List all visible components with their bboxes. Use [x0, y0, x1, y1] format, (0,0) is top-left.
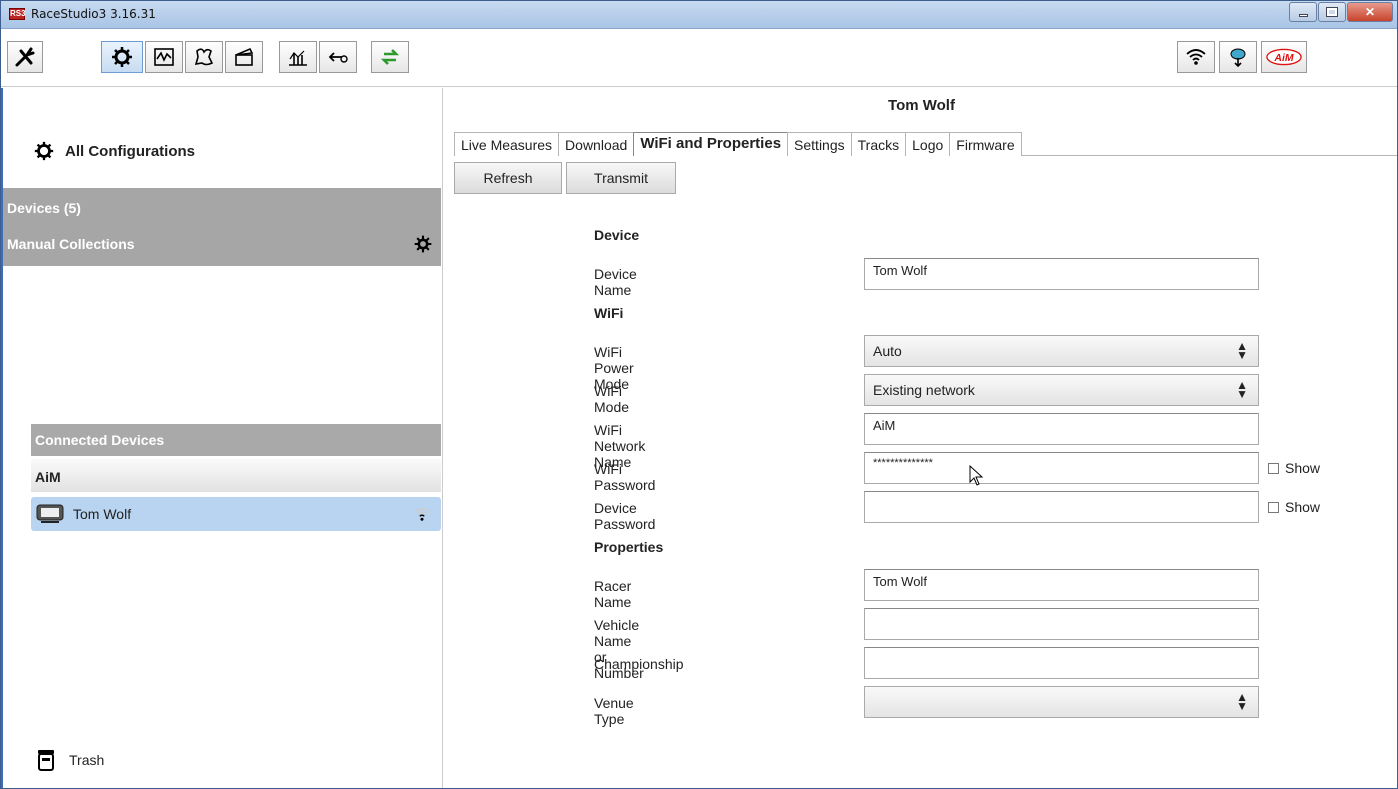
wifi-tool-button[interactable] [1177, 41, 1215, 73]
minimize-icon [1298, 13, 1308, 17]
window-title: RaceStudio3 3.16.31 [31, 7, 156, 21]
wifi-mode-select[interactable]: Existing network ▲ ▼ [864, 374, 1259, 406]
vehicle-name-field[interactable] [864, 608, 1259, 640]
track-icon [194, 48, 214, 66]
refresh-button[interactable]: Refresh [454, 162, 562, 194]
device-title: Tom Wolf [888, 97, 955, 114]
select-arrows-icon: ▲ ▼ [1236, 690, 1248, 713]
wifi-mode-label: WiFi Mode [594, 383, 630, 415]
device-item-tom-wolf[interactable]: Tom Wolf [31, 497, 441, 531]
device-display-icon [36, 504, 64, 523]
maximize-icon [1326, 7, 1338, 17]
app-window: RS3 RaceStudio3 3.16.31 ✕ AiM All Config… [0, 0, 1398, 789]
tab-firmware[interactable]: Firmware [949, 132, 1022, 156]
device-password-label: Device Password [594, 500, 656, 532]
maximize-button[interactable] [1318, 2, 1346, 22]
device-password-field[interactable] [864, 491, 1259, 523]
connected-devices-header: Connected Devices [31, 424, 441, 456]
venue-type-select[interactable]: ▲ ▼ [864, 686, 1259, 718]
all-configurations[interactable]: All Configurations [33, 140, 195, 162]
analysis-tool-button[interactable] [279, 41, 317, 73]
import-icon [328, 52, 348, 63]
chart-analysis-icon [289, 50, 307, 66]
properties-section-heading: Properties [594, 539, 664, 555]
cloud-download-icon [1230, 48, 1246, 68]
show-wifi-password-checkbox[interactable]: Show [1268, 460, 1320, 476]
gear-sprocket-icon [112, 47, 132, 67]
title-bar: RS3 RaceStudio3 3.16.31 ✕ [1, 1, 1397, 29]
wifi-power-mode-select[interactable]: Auto ▲ ▼ [864, 335, 1259, 367]
wrench-icon [15, 47, 35, 67]
tab-download[interactable]: Download [558, 132, 635, 156]
device-name-label: Device Name [594, 266, 637, 298]
show-device-password-checkbox[interactable]: Show [1268, 499, 1320, 515]
trash-label: Trash [69, 752, 105, 768]
checkbox-box [1268, 462, 1279, 474]
collections-panel: Devices (5) Manual Collections [3, 188, 441, 266]
device-group-aim[interactable]: AiM [31, 459, 441, 492]
sync-tool-button[interactable] [371, 41, 409, 73]
venue-type-label: Venue Type [594, 695, 634, 727]
configurations-button[interactable] [101, 41, 143, 73]
close-icon: ✕ [1364, 5, 1376, 19]
tracks-tool-button[interactable] [185, 41, 223, 73]
tab-settings[interactable]: Settings [787, 132, 852, 156]
transmit-button[interactable]: Transmit [566, 162, 676, 194]
championship-label: Championship [594, 656, 684, 672]
live-measures-tool-button[interactable] [145, 41, 183, 73]
wifi-signal-icon [414, 508, 430, 521]
tab-logo[interactable]: Logo [905, 132, 951, 156]
main-toolbar: AiM [1, 29, 1397, 87]
main-panel: Tom Wolf Live Measures Download WiFi and… [446, 88, 1397, 788]
wifi-network-name-field[interactable]: AiM [864, 413, 1259, 445]
wifi-password-field[interactable]: ************** [864, 452, 1259, 484]
cloud-tool-button[interactable] [1219, 41, 1257, 73]
aim-logo-button[interactable]: AiM [1261, 41, 1307, 73]
manual-collections-item[interactable]: Manual Collections [7, 236, 135, 252]
sidebar: All Configurations Devices (5) Manual Co… [3, 88, 443, 788]
show-label: Show [1285, 460, 1321, 476]
graph-icon [154, 48, 174, 66]
tab-tracks[interactable]: Tracks [850, 132, 907, 156]
import-tool-button[interactable] [319, 41, 357, 73]
tab-live-measures[interactable]: Live Measures [454, 132, 560, 156]
device-section-heading: Device [594, 227, 640, 243]
wifi-icon [1186, 49, 1206, 65]
app-icon: RS3 [9, 8, 26, 20]
wifi-power-mode-value: Auto [873, 343, 902, 359]
svg-text:AiM: AiM [1273, 53, 1293, 64]
show-label: Show [1285, 499, 1321, 515]
select-arrows-icon: ▲ ▼ [1236, 339, 1248, 362]
devices-item[interactable]: Devices (5) [7, 200, 81, 216]
trash-item[interactable]: Trash [37, 748, 104, 772]
close-button[interactable]: ✕ [1347, 2, 1393, 22]
device-item-label: Tom Wolf [73, 506, 132, 522]
window-controls: ✕ [1288, 2, 1393, 22]
tab-wifi-and-properties[interactable]: WiFi and Properties [633, 132, 789, 156]
checkbox-box [1268, 501, 1279, 513]
device-name-field[interactable]: Tom Wolf [864, 258, 1259, 290]
championship-field[interactable] [864, 647, 1259, 679]
wifi-password-label: WiFi Password [594, 461, 656, 493]
sync-icon [380, 49, 400, 65]
gear-sprocket-icon [34, 141, 54, 161]
minimize-button[interactable] [1289, 2, 1317, 22]
aim-logo: AiM [1266, 48, 1302, 66]
wifi-section-heading: WiFi [594, 305, 624, 321]
wifi-mode-value: Existing network [873, 382, 975, 398]
video-tool-button[interactable] [225, 41, 263, 73]
racer-name-label: Racer Name [594, 578, 632, 610]
clapper-icon [235, 47, 254, 66]
mouse-cursor-icon [969, 465, 984, 486]
tab-bar: Live Measures Download WiFi and Properti… [454, 132, 1397, 156]
trash-icon [38, 750, 54, 771]
racer-name-field[interactable]: Tom Wolf [864, 569, 1259, 601]
select-arrows-icon: ▲ ▼ [1236, 378, 1248, 401]
gear-icon[interactable] [413, 234, 433, 254]
settings-tool-button[interactable] [7, 41, 43, 73]
all-configurations-label: All Configurations [65, 142, 195, 160]
